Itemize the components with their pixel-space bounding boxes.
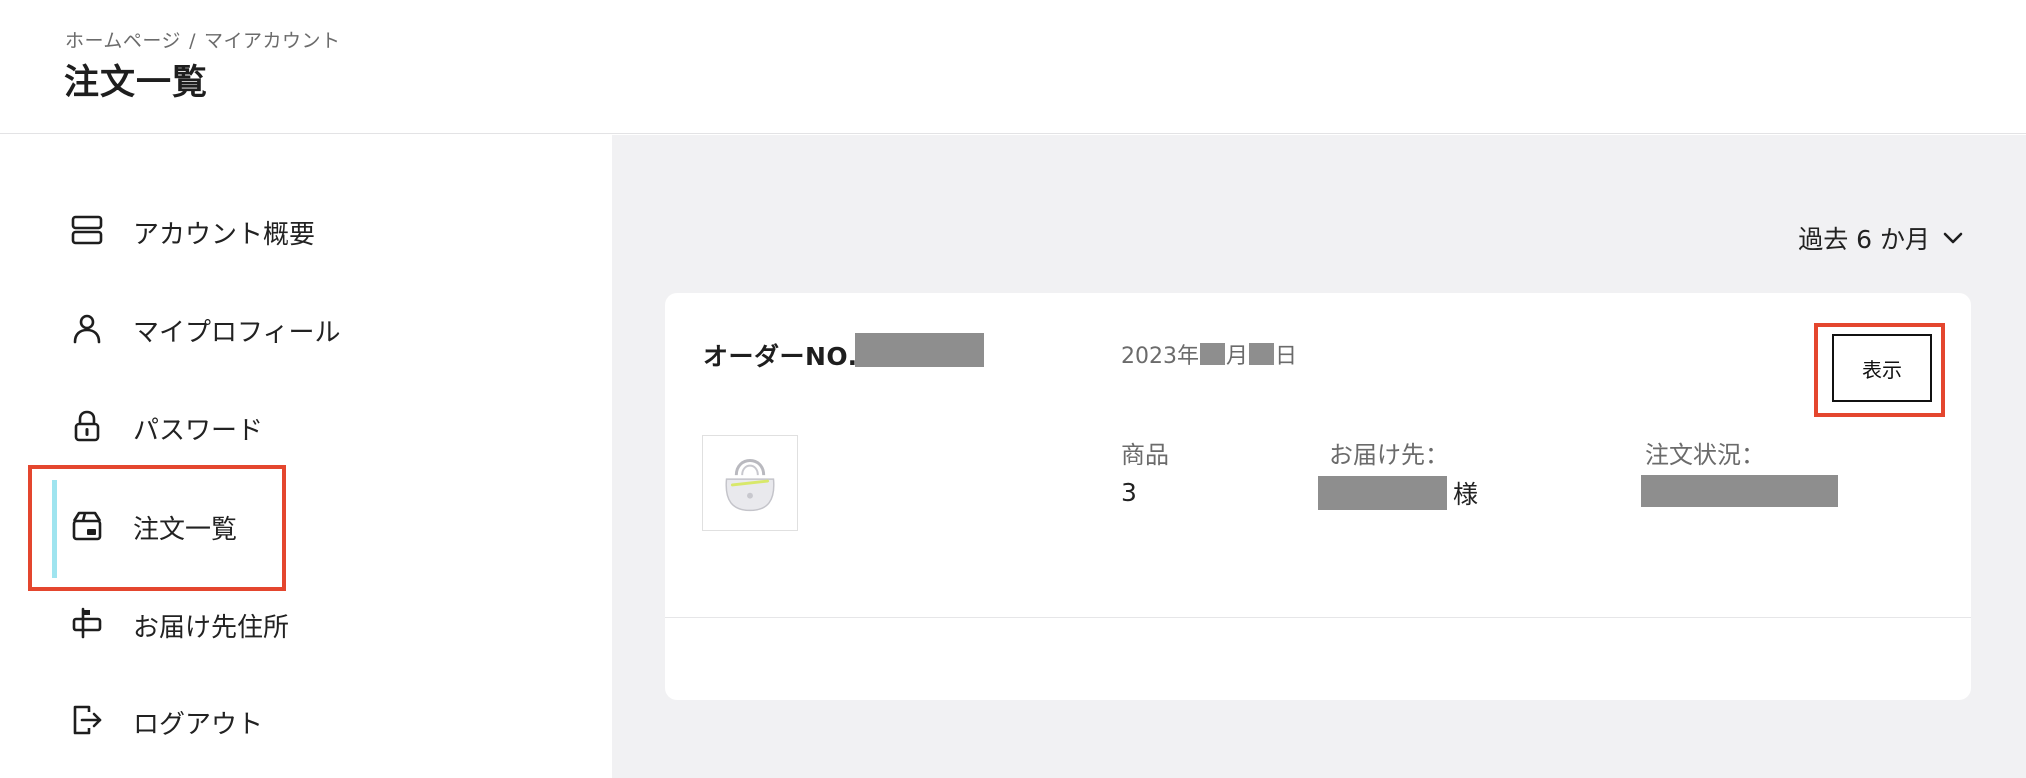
card-divider: [665, 617, 1971, 618]
period-filter-label: 過去 6 か月: [1798, 225, 1930, 254]
order-date-month-unit: 月: [1226, 344, 1249, 369]
order-number-label: オーダーNO.: [703, 342, 858, 371]
sidebar-item-label: パスワード: [133, 416, 264, 446]
product-count-value: 3: [1121, 478, 1137, 507]
sidebar-item-label: 注文一覧: [133, 515, 238, 545]
sidebar-item-label: ログアウト: [133, 710, 264, 740]
order-status-redacted: [1641, 475, 1838, 507]
breadcrumb-separator: /: [189, 30, 196, 52]
recipient-value: 様: [1318, 475, 1478, 511]
period-filter-dropdown[interactable]: 過去 6 か月: [1798, 220, 1964, 256]
account-summary-icon: [71, 215, 103, 245]
page-title: 注文一覧: [64, 63, 209, 103]
chevron-down-icon: [1943, 232, 1963, 244]
order-date-month-redacted: [1200, 343, 1225, 365]
sidebar-item-order-list[interactable]: 注文一覧: [0, 480, 612, 570]
breadcrumb-my-account-link[interactable]: マイアカウント: [204, 30, 341, 52]
sidebar-item-label: アカウント概要: [133, 220, 316, 250]
order-date-day-redacted: [1249, 343, 1275, 365]
view-order-button[interactable]: 表示: [1832, 334, 1932, 402]
order-box-icon: [72, 511, 102, 541]
mailbox-icon: [72, 607, 102, 639]
order-status-label: 注文状況：: [1645, 441, 1765, 469]
breadcrumb-home-link[interactable]: ホームページ: [65, 30, 181, 52]
order-number-redacted: [855, 333, 984, 367]
breadcrumb: ホームページ / マイアカウント: [65, 26, 340, 53]
lock-icon: [74, 410, 100, 442]
logout-icon: [73, 705, 102, 735]
sidebar-item-password[interactable]: パスワード: [0, 381, 612, 471]
recipient-suffix: 様: [1453, 480, 1479, 509]
order-card: オーダーNO. 2023年 月 日 表示 商品 3 お届け先： 様 注文状況：: [665, 293, 1971, 700]
sidebar-item-label: お届け先住所: [133, 613, 290, 643]
sidebar-item-label: マイプロフィール: [133, 318, 341, 348]
order-date-day-unit: 日: [1275, 344, 1298, 369]
recipient-label: お届け先：: [1329, 441, 1449, 469]
account-sidebar: アカウント概要 マイプロフィール パスワード 注文一覧 お届け先住所 ログアウト: [0, 135, 612, 778]
product-count-label: 商品: [1121, 441, 1169, 469]
active-indicator: [52, 480, 57, 578]
product-thumbnail[interactable]: [702, 435, 798, 531]
sidebar-item-shipping-address[interactable]: お届け先住所: [0, 578, 612, 668]
user-icon: [73, 314, 101, 344]
sidebar-item-account-summary[interactable]: アカウント概要: [0, 185, 612, 275]
handbag-image: [725, 459, 775, 512]
sidebar-item-logout[interactable]: ログアウト: [0, 675, 612, 765]
order-date: 2023年 月 日: [1121, 338, 1297, 370]
page-header: ホームページ / マイアカウント 注文一覧: [0, 0, 2026, 134]
recipient-name-redacted: [1318, 476, 1447, 510]
order-list-content: 過去 6 か月 オーダーNO. 2023年 月 日 表示 商品 3 お届け先： …: [612, 135, 2026, 778]
order-date-year: 2023年: [1121, 344, 1199, 369]
sidebar-item-my-profile[interactable]: マイプロフィール: [0, 283, 612, 373]
